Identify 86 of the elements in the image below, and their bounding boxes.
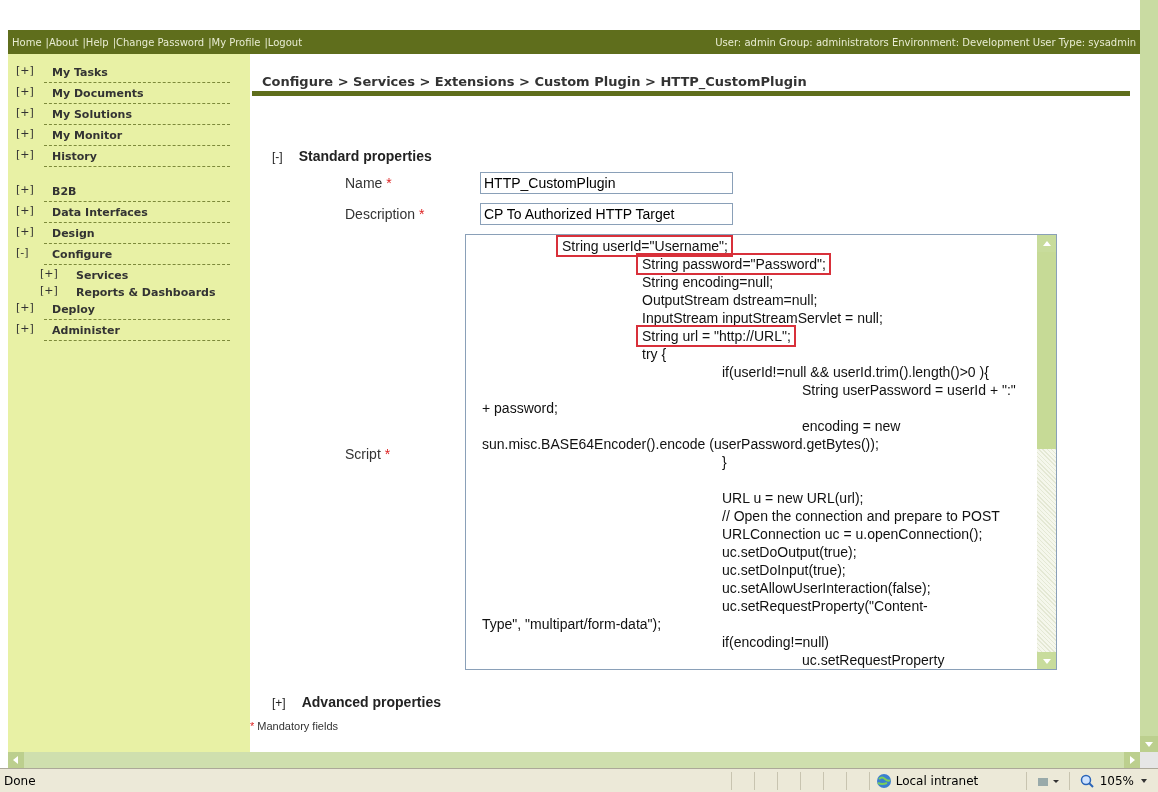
- scroll-thumb[interactable]: [1037, 252, 1056, 449]
- horizontal-scrollbar[interactable]: [8, 752, 1140, 768]
- nav-item[interactable]: Administer: [52, 322, 120, 337]
- nav-item[interactable]: My Documents: [52, 85, 144, 100]
- code-line: String encoding=null;: [642, 273, 774, 291]
- header-link[interactable]: Help: [85, 36, 109, 48]
- nav-item[interactable]: My Tasks: [52, 64, 108, 79]
- scrollbar[interactable]: [1037, 235, 1056, 669]
- script-field[interactable]: [465, 234, 1057, 670]
- code-line: try {: [642, 345, 667, 363]
- expand-toggle[interactable]: [+]: [16, 127, 52, 140]
- field-label: Name *: [345, 174, 393, 193]
- status-text: Done: [3, 773, 37, 788]
- expand-toggle[interactable]: [+]: [16, 204, 52, 217]
- down-arrow-icon: [1145, 740, 1153, 748]
- scrollbar-corner: [1140, 752, 1158, 768]
- section-toggle[interactable]: [+]: [272, 696, 286, 710]
- code-line: URLConnection uc = u.openConnection();: [722, 525, 983, 543]
- code-line: sun.misc.BASE64Encoder().encode (userPassword.getBytes());: [482, 435, 879, 453]
- expand-toggle[interactable]: [+]: [16, 64, 52, 77]
- header-link[interactable]: About: [48, 36, 79, 48]
- link-separator: |: [82, 36, 86, 48]
- mandatory-note: * Mandatory fields: [250, 720, 340, 732]
- expand-toggle[interactable]: [+]: [40, 267, 76, 280]
- header-link[interactable]: Change Password: [116, 36, 205, 48]
- code-line: }: [722, 453, 727, 471]
- header-link[interactable]: Logout: [267, 36, 303, 48]
- page-scrollbar[interactable]: [1140, 0, 1158, 752]
- code-line: uc.setAllowUserInteraction(false);: [722, 579, 931, 597]
- code-line: uc.setRequestProperty("Content-: [722, 597, 928, 615]
- code-line: String userPassword = userId + ":": [802, 381, 1016, 399]
- nav-item[interactable]: Reports & Dashboards: [76, 284, 216, 299]
- code-line: if(userId!=null && userId.trim().length()>0 ){: [722, 363, 989, 381]
- nav-item[interactable]: Services: [76, 267, 129, 282]
- nav-item[interactable]: My Solutions: [52, 106, 132, 121]
- code-line: InputStream inputStreamServlet = null;: [642, 309, 883, 327]
- expand-toggle[interactable]: [+]: [16, 225, 52, 238]
- header-link[interactable]: Home: [12, 36, 42, 48]
- zone-label: Local intranet: [895, 773, 979, 788]
- expand-toggle[interactable]: [-]: [16, 246, 52, 259]
- section-title: Standard properties: [298, 148, 432, 164]
- field-label: Script *: [345, 444, 392, 462]
- expand-toggle[interactable]: [+]: [40, 284, 76, 297]
- code-line: + password;: [482, 399, 558, 417]
- breadcrumb: Configure > Services > Extensions > Custom Plugin > HTTP_CustomPlugin: [261, 74, 807, 89]
- header-link[interactable]: My Profile: [211, 36, 261, 48]
- expand-toggle[interactable]: [+]: [16, 106, 52, 119]
- code-line: uc.setDoInput(true);: [722, 561, 846, 579]
- globe-icon: [875, 772, 892, 789]
- nav-item[interactable]: History: [52, 148, 97, 163]
- caret-icon[interactable]: [1140, 777, 1148, 784]
- expand-toggle[interactable]: [+]: [16, 183, 52, 196]
- text-field[interactable]: CP To Authorized HTTP Target: [480, 203, 733, 225]
- code-line: if(encoding!=null): [722, 633, 829, 651]
- user-info: User: admin Group: administrators Environment: Development User Type: sysadmin: [715, 36, 1136, 48]
- expand-toggle[interactable]: [+]: [16, 301, 52, 314]
- code-line: Type", "multipart/form-data");: [482, 615, 662, 633]
- nav-item[interactable]: Data Interfaces: [52, 204, 148, 219]
- link-separator: |: [45, 36, 49, 48]
- section-toggle[interactable]: [-]: [272, 150, 283, 164]
- code-line: OutputStream dstream=null;: [642, 291, 818, 309]
- field-label: Description *: [345, 205, 426, 224]
- link-separator: |: [112, 36, 117, 48]
- expand-toggle[interactable]: [+]: [16, 148, 52, 161]
- link-separator: |: [208, 36, 212, 48]
- nav-item[interactable]: Design: [52, 225, 95, 240]
- code-line: URL u = new URL(url);: [722, 489, 864, 507]
- right-arrow-icon: [1128, 756, 1136, 764]
- nav-item[interactable]: B2B: [52, 183, 77, 198]
- code-line: encoding = new: [802, 417, 901, 435]
- expand-toggle[interactable]: [+]: [16, 85, 52, 98]
- down-arrow-icon: [1042, 656, 1051, 665]
- nav-item[interactable]: Configure: [52, 246, 113, 261]
- expand-toggle[interactable]: [+]: [16, 322, 52, 335]
- code-line: uc.setDoOutput(true);: [722, 543, 857, 561]
- nav-item[interactable]: Deploy: [52, 301, 95, 316]
- left-arrow-icon: [12, 756, 20, 764]
- code-line: uc.setRequestProperty: [802, 651, 945, 669]
- text-field[interactable]: HTTP_CustomPlugin: [480, 172, 733, 194]
- zoom-level[interactable]: 105%: [1099, 773, 1134, 788]
- nav-item[interactable]: My Monitor: [52, 127, 123, 142]
- up-arrow-icon: [1042, 239, 1051, 248]
- link-separator: |: [264, 36, 268, 48]
- section-title: Advanced properties: [301, 694, 441, 710]
- zoom-icon[interactable]: [1079, 773, 1094, 788]
- code-line: // Open the connection and prepare to POST: [722, 507, 1000, 525]
